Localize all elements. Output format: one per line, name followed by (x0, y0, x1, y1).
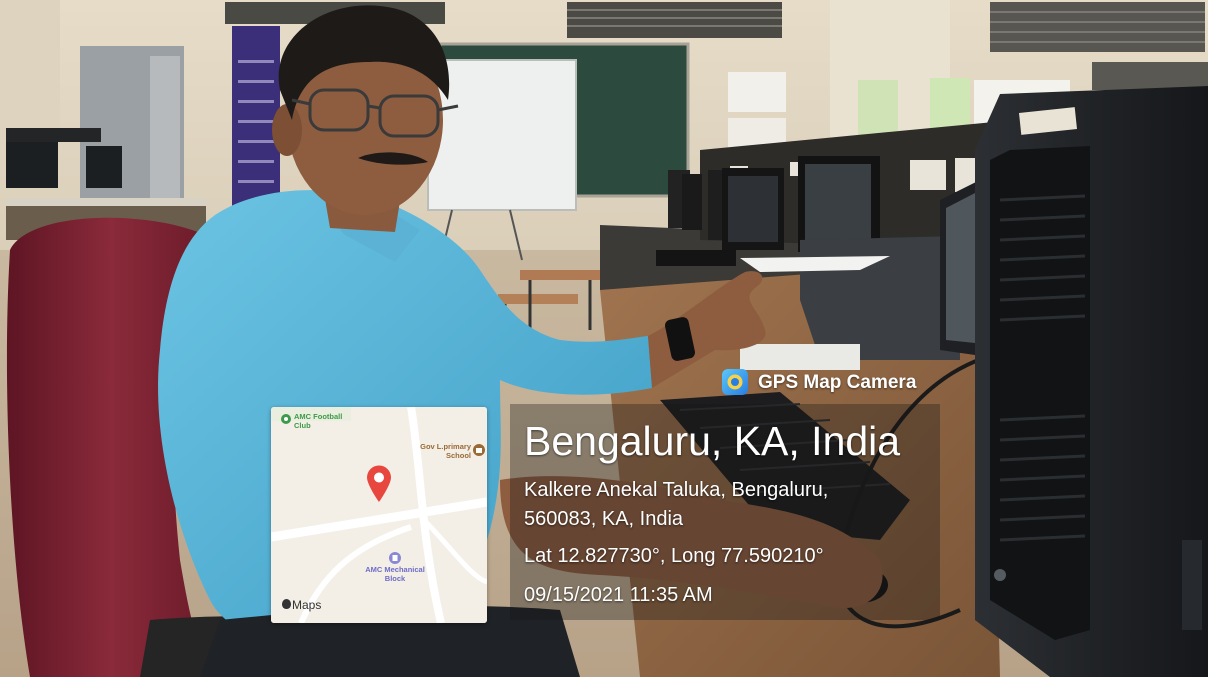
poster (232, 26, 280, 212)
photo-scene: GPS Map Camera AMC Football Club Gov L.p… (0, 0, 1208, 677)
monitor (86, 146, 122, 188)
monitor (682, 174, 702, 230)
school-icon (473, 444, 485, 456)
app-name: GPS Map Camera (758, 372, 917, 393)
apple-logo-icon (282, 599, 291, 609)
window (990, 2, 1205, 52)
pillar (0, 0, 60, 140)
location-pin-icon (367, 465, 391, 502)
address-line-1: Kalkere Anekal Taluka, Bengaluru, (524, 479, 829, 501)
map-poi-mechanical-block: AMC Mechanical Block (365, 565, 425, 583)
monitor (6, 140, 58, 188)
location-title: Bengaluru, KA, India (524, 418, 901, 464)
football-icon (281, 414, 291, 424)
map-poi-football-club: AMC Football Club (294, 412, 343, 430)
map-poi-school: Gov L.primary School (420, 442, 471, 460)
window (567, 2, 782, 38)
gps-map-camera-icon (722, 369, 748, 395)
printer (800, 236, 960, 360)
map-roads (271, 407, 487, 623)
white-board (427, 59, 577, 211)
address-line-2: 560083, KA, India (524, 508, 684, 530)
window (1092, 62, 1208, 90)
keyboard (656, 250, 736, 266)
building-icon (389, 552, 401, 564)
coordinates: Lat 12.827730°, Long 77.590210° (524, 545, 824, 567)
map-attribution: Maps (292, 598, 322, 612)
mini-map[interactable]: AMC Football Club Gov L.primary School A… (271, 407, 487, 623)
datetime: 09/15/2021 11:35 AM (524, 584, 713, 606)
